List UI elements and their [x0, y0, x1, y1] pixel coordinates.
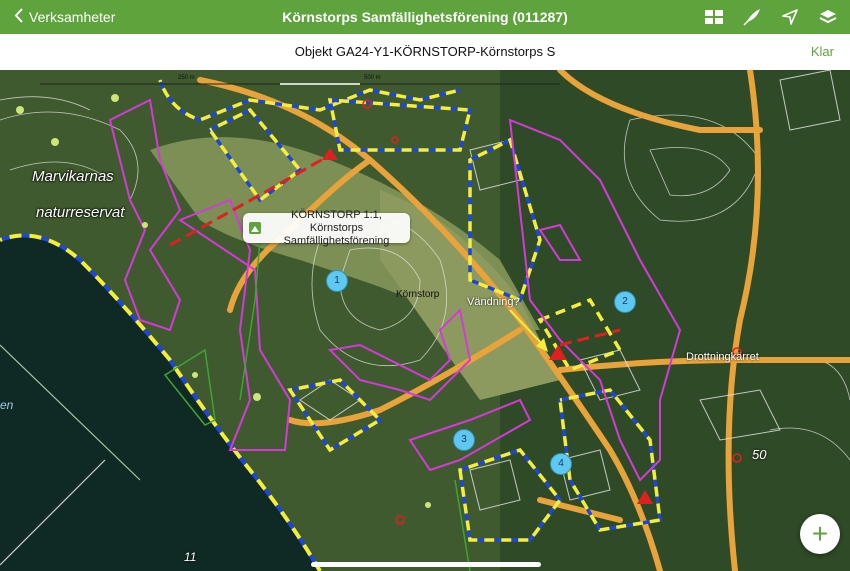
callout-line1: KÖRNSTORP 1:1, Körnstorps [291, 208, 382, 234]
water-label-fragment: en [0, 398, 14, 412]
location-arrow-icon[interactable] [780, 7, 800, 27]
vandning-label: Vändning? [467, 296, 520, 308]
callout-text: KÖRNSTORP 1:1, Körnstorps Samfällighetsf… [267, 209, 410, 248]
map-pin-4[interactable]: 4 [550, 453, 572, 475]
back-button-label: Verksamheter [29, 9, 116, 25]
kornstorp-place-label: Körnstorp [396, 289, 440, 300]
back-button[interactable]: Verksamheter [14, 0, 115, 34]
reserve-label-line2: naturreservat [36, 204, 125, 221]
chevron-left-icon [14, 8, 23, 26]
drottningkarret-label: Drottningkärret [686, 351, 759, 363]
reserve-label-line1: Marvikarnas [32, 168, 114, 185]
scale-label-b: 500 m [364, 75, 381, 81]
road-number-50: 50 [752, 447, 767, 462]
draw-feather-icon[interactable] [742, 7, 762, 27]
object-header-bar: Objekt GA24-Y1-KÖRNSTORP-Körnstorps S Kl… [0, 34, 850, 71]
property-icon [249, 222, 261, 234]
road-number-11: 11 [184, 550, 197, 564]
map-view[interactable]: 250 m 500 m Marvikarnas naturreservat Kö… [0, 70, 850, 571]
scale-label-a: 250 m [178, 75, 195, 81]
map-pin-3[interactable]: 3 [453, 429, 475, 451]
layers-icon[interactable] [818, 7, 838, 27]
map-pin-1[interactable]: 1 [326, 270, 348, 292]
callout-line2: Samfällighetsförening [283, 234, 390, 247]
top-navigation-bar: Verksamheter Körnstorps Samfällighetsför… [0, 0, 850, 34]
map-callout[interactable]: KÖRNSTORP 1:1, Körnstorps Samfällighetsf… [243, 209, 410, 247]
view-grid-icon[interactable] [704, 7, 724, 27]
home-indicator [311, 562, 541, 567]
map-canvas[interactable] [0, 70, 850, 571]
map-pin-2[interactable]: 2 [614, 291, 636, 313]
add-button[interactable]: + [800, 514, 840, 554]
object-title: Objekt GA24-Y1-KÖRNSTORP-Körnstorps S [294, 44, 556, 59]
done-button[interactable]: Klar [811, 34, 834, 70]
